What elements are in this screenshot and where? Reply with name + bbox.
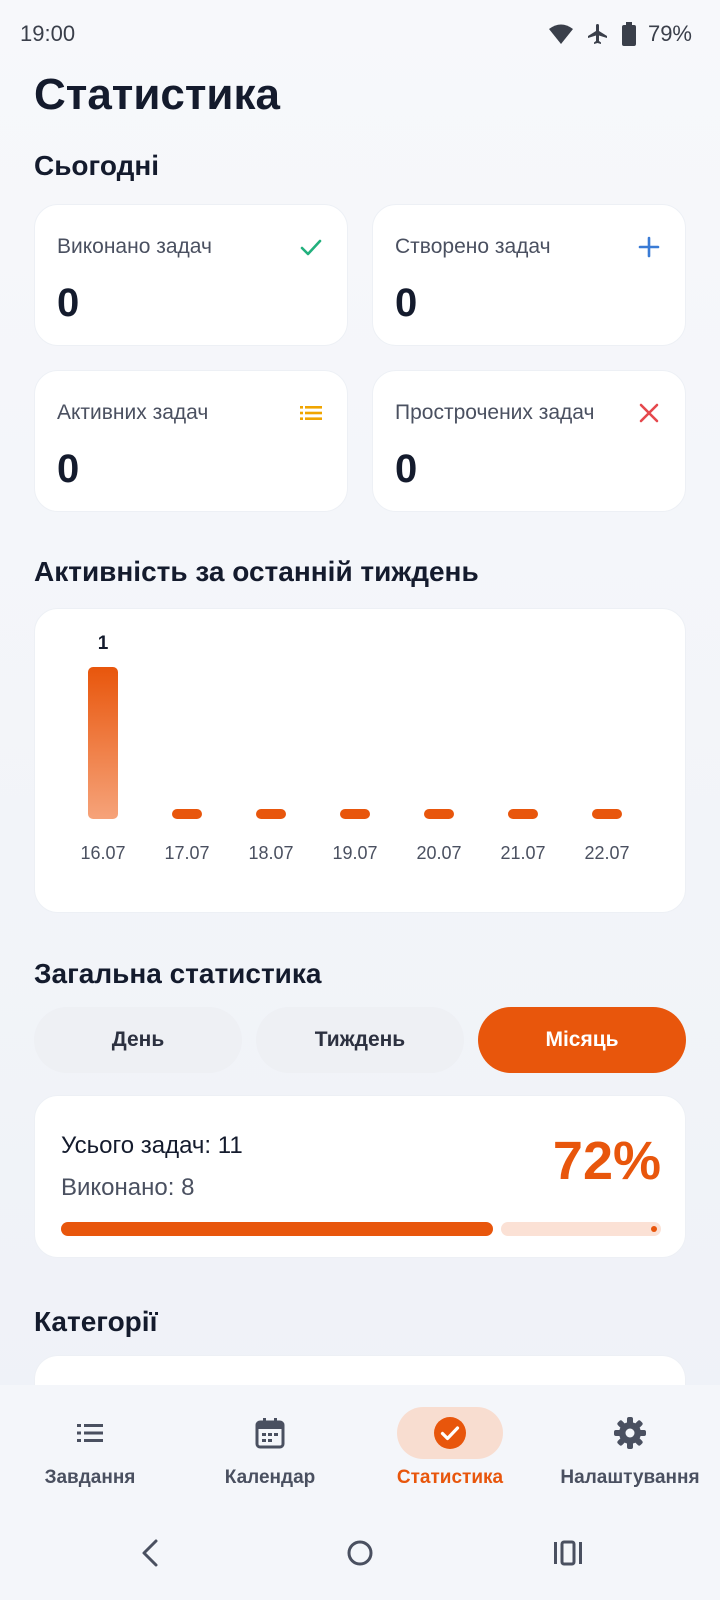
nav-icon-container bbox=[37, 1407, 143, 1459]
progress-bar bbox=[61, 1222, 661, 1236]
gear-icon bbox=[614, 1417, 646, 1449]
status-time: 19:00 bbox=[20, 21, 76, 46]
bottom-navigation: Завдання Календар Статистика Налаштуванн… bbox=[0, 1385, 720, 1505]
list-icon bbox=[77, 1424, 103, 1442]
created-tasks-card[interactable]: Створено задач 0 bbox=[372, 204, 686, 346]
active-tasks-card[interactable]: Активних задач 0 bbox=[34, 370, 348, 512]
chart-data-label: 1 bbox=[98, 633, 109, 654]
close-icon bbox=[639, 403, 659, 423]
nav-calendar[interactable]: Календар bbox=[180, 1385, 360, 1505]
stat-value: 0 bbox=[57, 447, 80, 491]
nav-statistics[interactable]: Статистика bbox=[360, 1385, 540, 1505]
back-icon[interactable] bbox=[132, 1533, 172, 1573]
nav-label: Статистика bbox=[396, 1467, 504, 1488]
overdue-tasks-card[interactable]: Прострочених задач 0 bbox=[372, 370, 686, 512]
chart-x-label: 19.07 bbox=[332, 843, 377, 863]
overall-section-title: Загальна статистика bbox=[34, 958, 322, 989]
completed-tasks-label: Виконано: 8 bbox=[61, 1174, 195, 1201]
tab-day[interactable]: День bbox=[34, 1007, 242, 1073]
stat-label: Активних задач bbox=[57, 401, 209, 424]
wifi-icon bbox=[548, 24, 573, 44]
chart-x-label: 18.07 bbox=[248, 843, 293, 863]
chart-bar-22.07 bbox=[592, 809, 622, 819]
chart-bar-19.07 bbox=[340, 809, 370, 819]
chart-bar-18.07 bbox=[256, 809, 286, 819]
nav-icon-container bbox=[217, 1407, 323, 1459]
plus-icon bbox=[638, 236, 660, 258]
summary-card: Усього задач: 11 Виконано: 8 72% bbox=[34, 1095, 686, 1258]
progress-fill bbox=[61, 1222, 493, 1236]
chart-x-label: 20.07 bbox=[416, 843, 461, 863]
system-navigation-bar bbox=[0, 1505, 720, 1600]
activity-section-title: Активність за останній тиждень bbox=[34, 556, 479, 587]
home-icon[interactable] bbox=[340, 1533, 380, 1573]
check-circle-icon bbox=[434, 1417, 466, 1449]
categories-section-title: Категорії bbox=[34, 1306, 158, 1337]
recents-icon[interactable] bbox=[548, 1533, 588, 1573]
total-tasks-label: Усього задач: 11 bbox=[61, 1132, 243, 1159]
chart-x-label: 22.07 bbox=[584, 843, 629, 863]
chart-bar-20.07 bbox=[424, 809, 454, 819]
progress-end-dot bbox=[651, 1226, 657, 1232]
status-icons: 79% bbox=[548, 21, 692, 47]
tab-month[interactable]: Місяць bbox=[478, 1007, 686, 1073]
chart-x-label: 17.07 bbox=[164, 843, 209, 863]
chart-bar-21.07 bbox=[508, 809, 538, 819]
nav-icon-container bbox=[397, 1407, 503, 1459]
battery-level: 79% bbox=[647, 21, 692, 46]
nav-icon-container bbox=[577, 1407, 683, 1459]
completed-tasks-card[interactable]: Виконано задач 0 bbox=[34, 204, 348, 346]
status-bar: 19:00 79% bbox=[0, 0, 720, 68]
nav-label: Налаштування bbox=[560, 1467, 700, 1488]
today-section-title: Сьогодні bbox=[34, 150, 160, 181]
stat-label: Виконано задач bbox=[57, 235, 212, 258]
list-icon bbox=[300, 406, 322, 420]
stat-value: 0 bbox=[395, 447, 418, 491]
chart-x-label: 16.07 bbox=[80, 843, 125, 863]
chart-bar-17.07 bbox=[172, 809, 202, 819]
activity-chart-card: 16.07 1 17.07 18.07 19.07 20.07 21.07 22.07 bbox=[34, 608, 686, 913]
chart-x-label: 21.07 bbox=[500, 843, 545, 863]
nav-tasks[interactable]: Завдання bbox=[0, 1385, 180, 1505]
progress-remaining bbox=[501, 1222, 661, 1236]
battery-icon bbox=[621, 22, 636, 46]
stat-label: Прострочених задач bbox=[395, 401, 595, 424]
page-title: Статистика bbox=[34, 70, 280, 119]
completion-percent: 72% bbox=[552, 1131, 661, 1191]
check-icon bbox=[300, 239, 322, 256]
nav-label: Календар bbox=[224, 1467, 316, 1488]
nav-label: Завдання bbox=[44, 1467, 136, 1488]
airplane-icon bbox=[587, 24, 607, 44]
stat-label: Створено задач bbox=[395, 235, 551, 258]
calendar-icon bbox=[255, 1418, 285, 1449]
chart-bar-16.07 bbox=[88, 667, 118, 819]
activity-bar-chart: 16.07 1 17.07 18.07 19.07 20.07 21.07 22.07 bbox=[80, 633, 629, 863]
stat-value: 0 bbox=[395, 281, 418, 325]
tab-week[interactable]: Тиждень bbox=[256, 1007, 464, 1073]
stat-value: 0 bbox=[57, 281, 80, 325]
nav-settings[interactable]: Налаштування bbox=[540, 1385, 720, 1505]
